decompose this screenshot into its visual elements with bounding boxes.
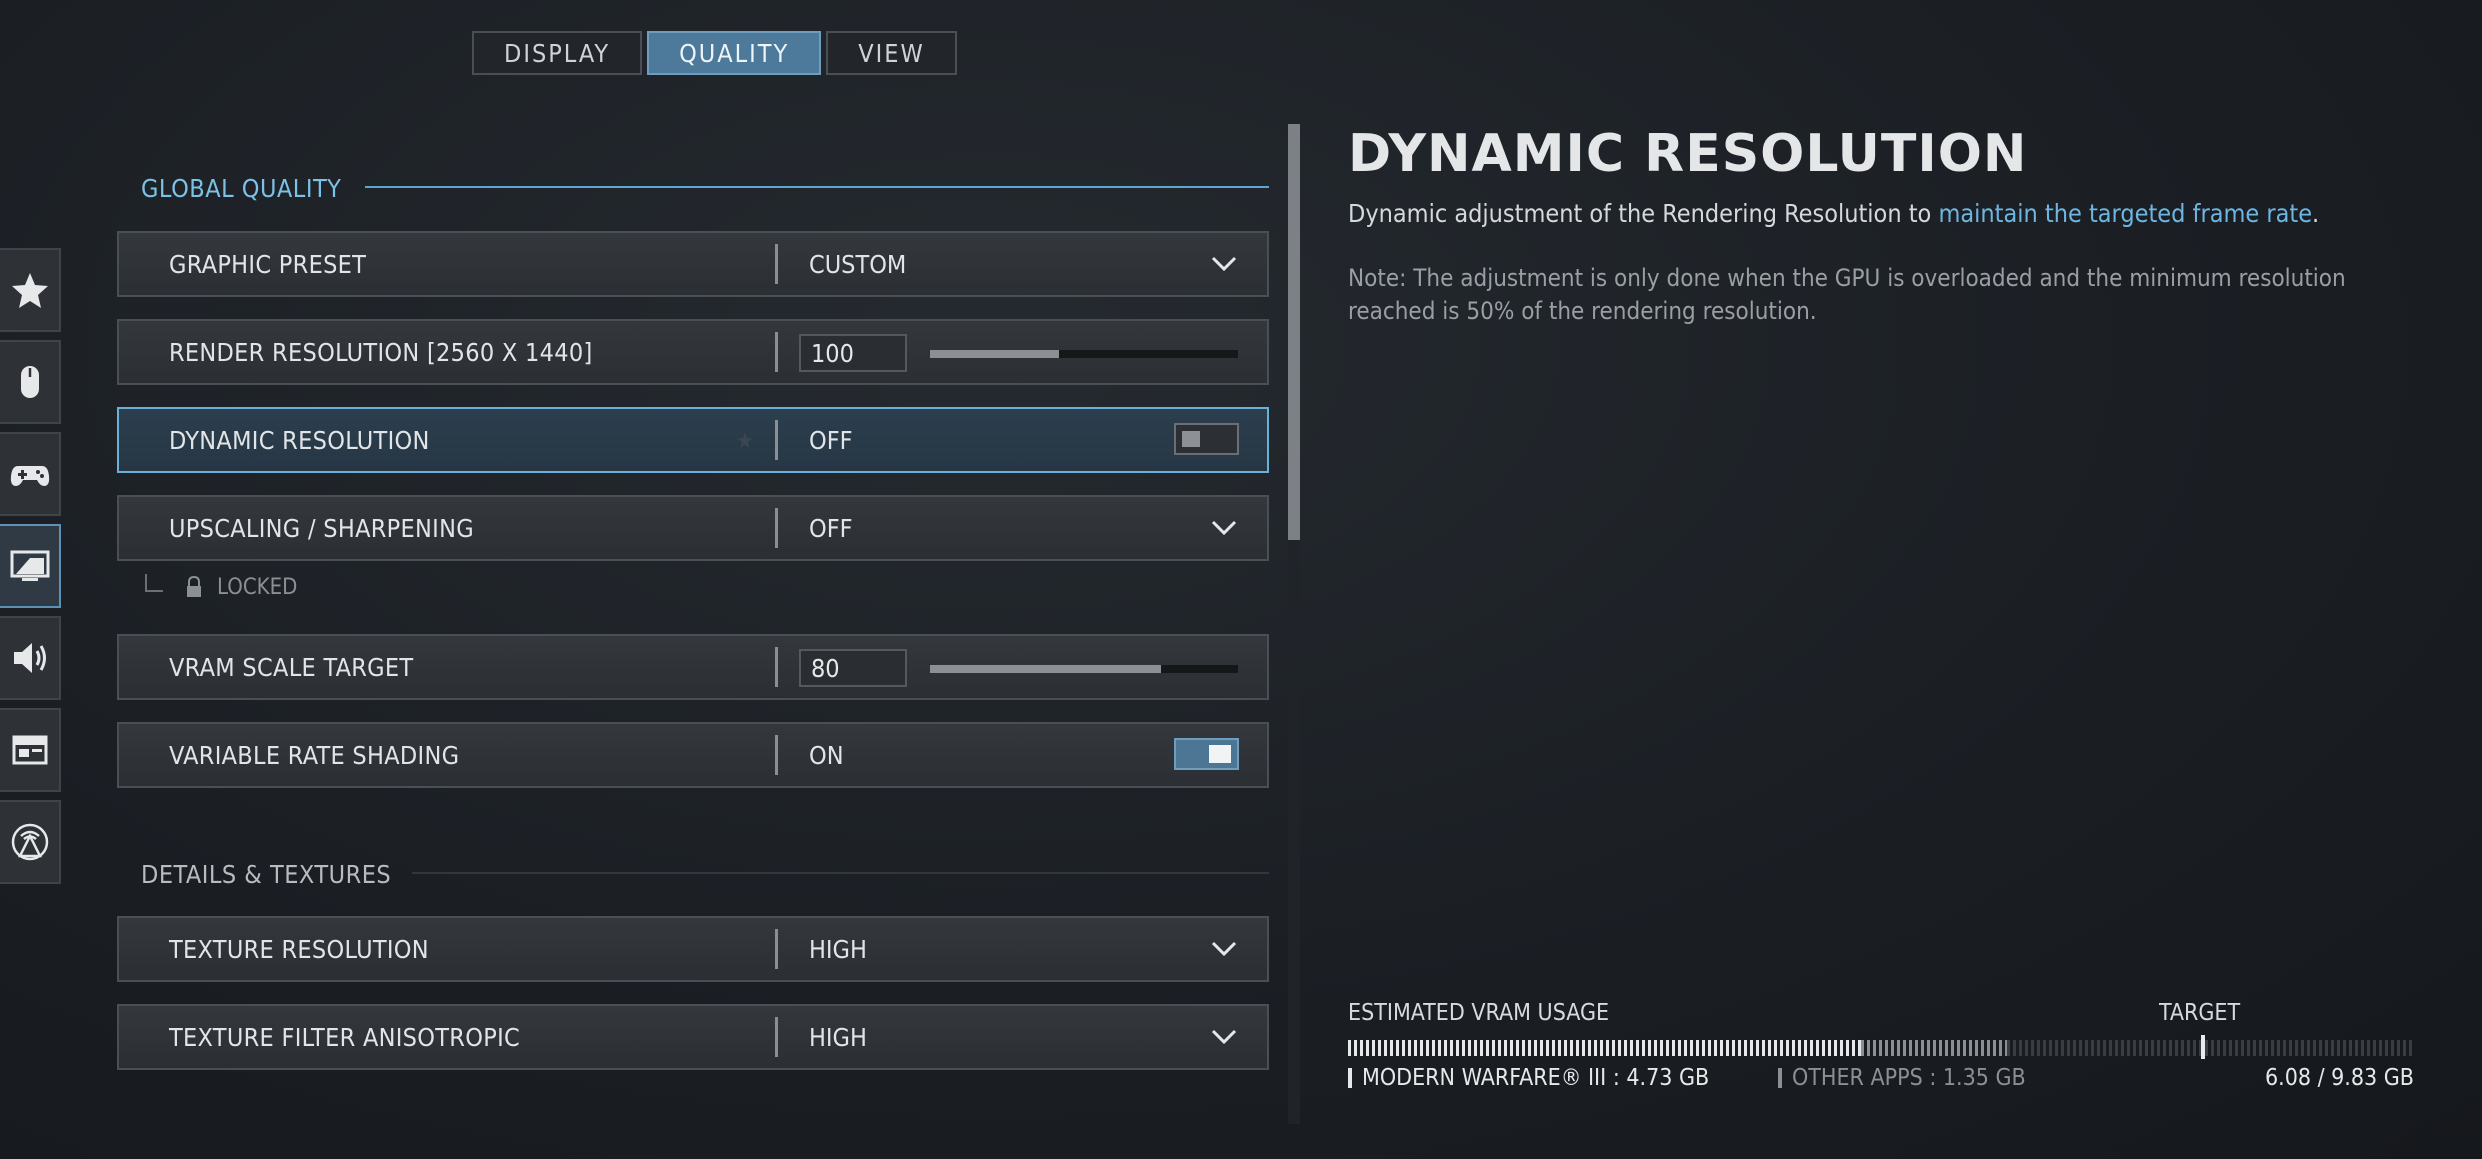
legend-tick [1348,1068,1352,1088]
audio-icon [13,643,46,673]
row-divider [775,244,778,284]
variable-rate-shading-row[interactable]: VARIABLE RATE SHADING ON [117,722,1269,788]
tab-view[interactable]: VIEW [826,31,957,75]
row-divider [775,508,778,548]
vram-other-segment [1860,1040,2008,1056]
rail-controller-button[interactable] [0,432,61,516]
upscaling-locked-note: LOCKED [145,572,297,602]
variable-rate-shading-value: ON [809,740,844,770]
graphic-preset-label: GRAPHIC PRESET [169,249,367,279]
row-divider [775,929,778,969]
vram-game-segment [1348,1040,1861,1056]
section-divider [412,872,1269,874]
rail-audio-button[interactable] [0,616,61,700]
legend-tick [1778,1068,1782,1088]
vram-game-legend-label: MODERN WARFARE® III : 4.73 GB [1362,1065,1710,1091]
tab-display[interactable]: DISPLAY [472,31,643,75]
chevron-down-icon[interactable] [1211,517,1237,539]
upscaling-value: OFF [809,513,853,543]
row-divider [775,420,778,460]
texture-resolution-value: HIGH [809,934,867,964]
vram-scale-row[interactable]: VRAM SCALE TARGET 80 [117,634,1269,700]
upscaling-row[interactable]: UPSCALING / SHARPENING OFF [117,495,1269,561]
upscaling-label: UPSCALING / SHARPENING [169,513,474,543]
render-resolution-slider[interactable] [930,350,1238,358]
chevron-down-icon[interactable] [1211,938,1237,960]
dynamic-resolution-label: DYNAMIC RESOLUTION [169,425,430,455]
vram-target-label: TARGET [2159,1000,2241,1026]
detail-title: DYNAMIC RESOLUTION [1348,124,2028,184]
slider-fill [930,665,1161,673]
toggle-knob [1209,745,1231,763]
variable-rate-shading-toggle[interactable] [1174,738,1239,770]
section-details-textures: DETAILS & TEXTURES [141,860,392,889]
chevron-down-icon[interactable] [1211,1026,1237,1048]
rail-graphics-button[interactable] [0,524,61,608]
rail-network-button[interactable] [0,800,61,884]
detail-description-end: . [2312,199,2320,228]
section-divider [365,186,1269,188]
vram-other-legend: OTHER APPS : 1.35 GB [1778,1063,2026,1093]
graphics-icon [10,550,49,581]
dynamic-resolution-toggle[interactable] [1174,423,1239,455]
favorite-star-icon[interactable]: ★ [736,429,754,454]
vram-usage-bar [1348,1040,2414,1056]
detail-description-link[interactable]: maintain the targeted frame rate [1938,199,2312,228]
vram-free-segment [2007,1040,2414,1056]
locked-label: LOCKED [217,574,298,600]
slider-fill [930,350,1060,358]
render-resolution-input[interactable]: 100 [799,334,907,372]
network-icon [11,823,48,861]
texture-resolution-label: TEXTURE RESOLUTION [169,934,429,964]
texture-resolution-row[interactable]: TEXTURE RESOLUTION HIGH [117,916,1269,982]
toggle-knob [1182,431,1200,447]
vram-other-legend-label: OTHER APPS : 1.35 GB [1792,1065,2026,1091]
tab-bar: DISPLAY QUALITY VIEW [472,31,957,75]
lock-icon [187,576,201,597]
settings-scrollbar[interactable] [1288,124,1300,1124]
row-divider [775,332,778,372]
variable-rate-shading-label: VARIABLE RATE SHADING [169,740,460,770]
interface-icon [12,735,47,765]
chevron-down-icon[interactable] [1211,253,1237,275]
vram-usage-label: ESTIMATED VRAM USAGE [1348,1000,1610,1026]
detail-description: Dynamic adjustment of the Rendering Reso… [1348,199,2319,228]
row-divider [775,735,778,775]
texture-filter-row[interactable]: TEXTURE FILTER ANISOTROPIC HIGH [117,1004,1269,1070]
vram-scale-label: VRAM SCALE TARGET [169,652,414,682]
dynamic-resolution-row[interactable]: DYNAMIC RESOLUTION ★ OFF [117,407,1269,473]
graphic-preset-row[interactable]: GRAPHIC PRESET CUSTOM [117,231,1269,297]
controller-icon [10,466,49,486]
section-global-quality: GLOBAL QUALITY [141,174,342,203]
texture-filter-value: HIGH [809,1022,867,1052]
row-divider [775,1017,778,1057]
row-divider [775,647,778,687]
render-resolution-label: RENDER RESOLUTION [2560 X 1440] [169,337,593,367]
scrollbar-thumb[interactable] [1288,124,1300,540]
tree-connector [145,574,163,592]
vram-total: 6.08 / 9.83 GB [2264,1065,2414,1091]
rail-mouse-keyboard-button[interactable] [0,340,61,424]
rail-favorites-button[interactable] [0,248,61,332]
texture-filter-label: TEXTURE FILTER ANISOTROPIC [169,1022,521,1052]
graphic-preset-value: CUSTOM [809,249,907,279]
detail-note: Note: The adjustment is only done when t… [1348,264,2346,325]
detail-description-text: Dynamic adjustment of the Rendering Reso… [1348,199,1939,228]
render-resolution-row[interactable]: RENDER RESOLUTION [2560 X 1440] 100 [117,319,1269,385]
vram-target-marker [2200,1035,2205,1059]
rail-interface-button[interactable] [0,708,61,792]
vram-scale-input[interactable]: 80 [799,649,907,687]
vram-scale-slider[interactable] [930,665,1238,673]
mouse-icon [20,366,39,398]
star-icon [11,273,48,308]
vram-game-legend: MODERN WARFARE® III : 4.73 GB [1348,1063,1709,1093]
dynamic-resolution-value: OFF [809,425,853,455]
tab-quality[interactable]: QUALITY [647,31,822,75]
